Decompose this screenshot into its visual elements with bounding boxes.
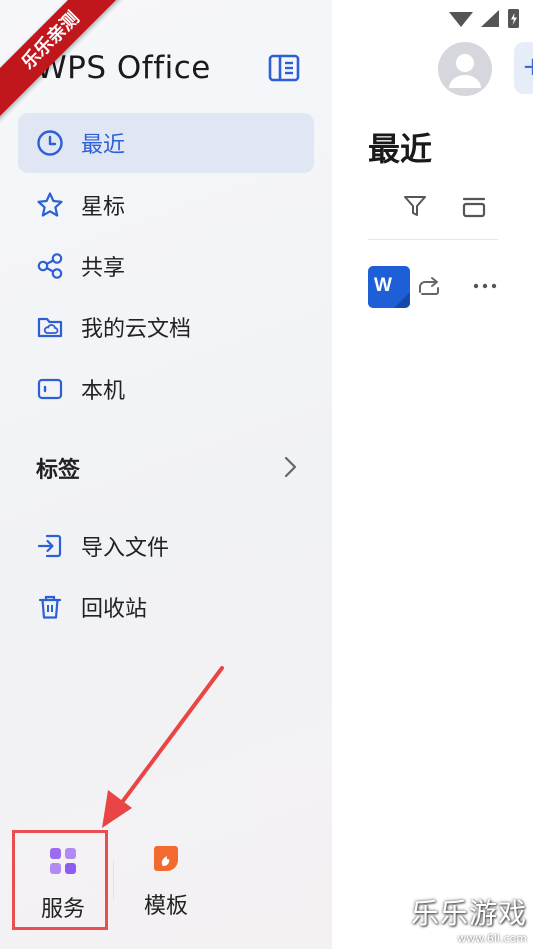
sidebar-item-import[interactable]: 导入文件 <box>18 516 314 576</box>
apps-grid-icon <box>50 848 76 874</box>
template-flame-icon <box>154 846 178 871</box>
wifi-icon <box>449 12 473 27</box>
file-list-item[interactable]: W <box>366 262 533 314</box>
sidebar-item-label: 我的云文档 <box>81 317 192 342</box>
sidebar-item-label: 本机 <box>81 379 126 404</box>
tab-templates[interactable]: 模板 <box>118 830 214 930</box>
sidebar-item-cloud-docs[interactable]: 我的云文档 <box>18 297 314 357</box>
star-icon <box>37 192 63 217</box>
sidebar-item-starred[interactable]: 星标 <box>18 175 314 235</box>
divider <box>368 239 498 240</box>
person-icon <box>449 54 481 88</box>
cloud-folder-icon <box>37 317 63 338</box>
tab-services[interactable]: 服务 <box>12 830 108 930</box>
watermark-url-text: www.6ll.com <box>457 932 527 945</box>
clock-icon <box>37 130 63 156</box>
sidebar-item-label: 星标 <box>81 195 126 220</box>
tags-heading[interactable]: 标签 <box>36 452 80 484</box>
tab-label: 模板 <box>143 894 188 919</box>
more-options-icon[interactable] <box>472 276 498 296</box>
word-badge-text: W <box>374 275 392 296</box>
tab-divider <box>113 860 114 900</box>
sidebar-item-recent[interactable]: 最近 <box>18 113 314 173</box>
chevron-right-icon[interactable] <box>280 454 300 480</box>
bottom-tab-bar: 服务 模板 <box>0 830 332 930</box>
sidebar-item-label: 导入文件 <box>81 536 170 561</box>
view-mode-icon[interactable] <box>460 194 488 220</box>
new-document-button[interactable]: + <box>514 42 533 94</box>
sidebar-toggle-icon[interactable] <box>268 54 300 82</box>
word-document-icon: W <box>368 266 410 308</box>
share-arrow-icon[interactable] <box>416 274 442 298</box>
sidebar-item-local[interactable]: 本机 <box>18 359 314 419</box>
app-logo: WPS Office <box>36 50 211 86</box>
navigation-drawer: WPS Office 最近 星标 共享 我的云文档 本机 标签 导入文件 回收站… <box>0 0 332 949</box>
page-title: 最近 <box>368 130 433 168</box>
sidebar-item-label: 共享 <box>81 256 126 281</box>
signal-icon <box>481 10 499 27</box>
sidebar-item-recycle-bin[interactable]: 回收站 <box>18 577 314 637</box>
plus-label: + <box>522 52 533 82</box>
status-bar-icons <box>449 9 519 28</box>
user-avatar[interactable] <box>438 42 492 96</box>
sidebar-item-label: 最近 <box>81 133 126 158</box>
filter-icon[interactable] <box>402 193 428 219</box>
device-icon <box>37 378 63 400</box>
trash-icon <box>38 595 62 619</box>
share-nodes-icon <box>37 253 63 279</box>
import-icon <box>37 534 62 558</box>
sidebar-item-shared[interactable]: 共享 <box>18 236 314 296</box>
sidebar-item-label: 回收站 <box>81 597 148 622</box>
watermark-logo: 乐乐游戏 www.6ll.com <box>409 892 527 945</box>
tab-label: 服务 <box>40 897 85 922</box>
watermark-main-text: 乐乐游戏 <box>410 897 527 930</box>
